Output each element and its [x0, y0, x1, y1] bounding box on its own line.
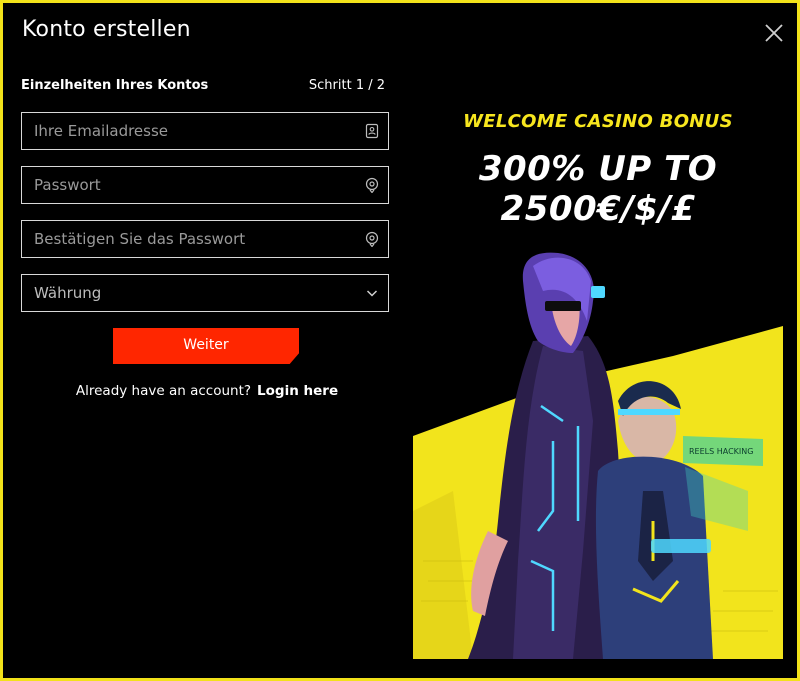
- currency-select[interactable]: Währung: [21, 274, 389, 312]
- continue-button-label: Weiter: [183, 337, 229, 353]
- eye-icon[interactable]: [364, 177, 380, 193]
- confirm-password-input[interactable]: [22, 221, 364, 257]
- email-input[interactable]: [22, 113, 364, 149]
- promo-headline: 300% UP TO 2500€/$/£: [413, 149, 783, 229]
- hologram-sign-text: REELS HACKING: [689, 447, 753, 456]
- section-label: Einzelheiten Ihres Kontos: [21, 78, 209, 93]
- promo-subtitle: WELCOME CASINO BONUS: [463, 111, 733, 132]
- eye-icon[interactable]: [364, 231, 380, 247]
- dialog-title: Konto erstellen: [22, 17, 191, 42]
- contact-card-icon: [365, 123, 379, 139]
- password-input[interactable]: [22, 167, 364, 203]
- email-field[interactable]: [21, 112, 389, 150]
- password-field[interactable]: [21, 166, 389, 204]
- promo-headline-line1: 300% UP TO: [478, 149, 718, 189]
- close-icon[interactable]: [762, 21, 786, 45]
- currency-select-label: Währung: [34, 284, 102, 302]
- close-button[interactable]: [762, 21, 786, 45]
- promo-banner: REELS HACKING WELCOME CASINO BONUS 300% …: [413, 91, 783, 659]
- continue-button[interactable]: Weiter: [113, 328, 299, 364]
- login-prompt: Already have an account? Login here: [3, 383, 411, 399]
- promo-headline-line2: 2500€/$/£: [500, 189, 696, 229]
- step-indicator: Schritt 1 / 2: [308, 78, 385, 93]
- confirm-password-field[interactable]: [21, 220, 389, 258]
- login-link[interactable]: Login here: [257, 383, 338, 399]
- account-prompt-text: Already have an account?: [75, 383, 252, 399]
- signup-dialog: Konto erstellen Einzelheiten Ihres Konto…: [0, 0, 800, 681]
- chevron-down-icon: [366, 290, 378, 297]
